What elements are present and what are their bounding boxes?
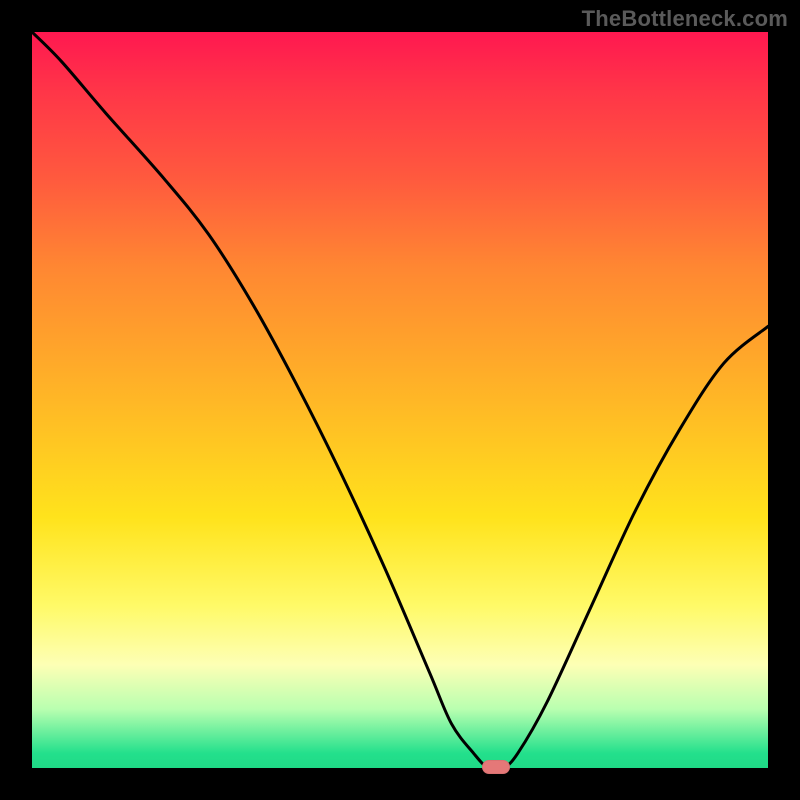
bottleneck-curve	[32, 32, 768, 768]
chart-plot-area	[32, 32, 768, 768]
minimum-marker	[482, 760, 510, 774]
watermark-text: TheBottleneck.com	[582, 6, 788, 32]
